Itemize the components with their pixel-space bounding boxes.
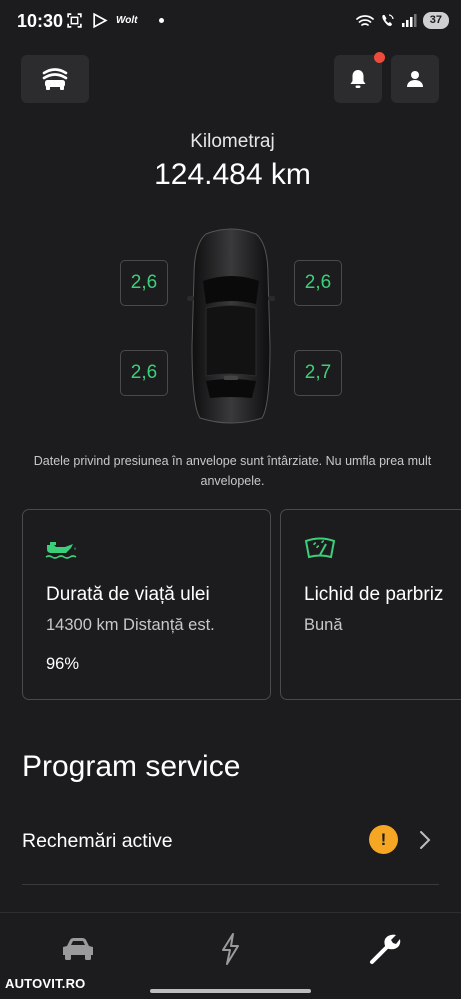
mileage-value: 124.484 km <box>154 158 311 191</box>
bell-icon <box>350 70 366 88</box>
status-notification-icons: Wolt <box>66 12 165 29</box>
tire-pressure-note: Datele privind presiunea în anvelope sun… <box>33 454 432 488</box>
active-recalls-row[interactable]: Rechemări active ! <box>22 816 439 866</box>
program-service-title: Program service <box>22 750 241 783</box>
oil-life-title: Durată de viață ulei <box>46 584 210 605</box>
autovit-watermark: AUTOVIT.RO <box>5 976 86 991</box>
nav-charging-tab[interactable] <box>210 929 250 969</box>
washer-fluid-title: Lichid de parbriz <box>304 584 444 605</box>
status-bar: 10:30 Wolt 37 <box>0 0 461 44</box>
tire-pressure-front-right: 2,6 <box>294 260 342 306</box>
chevron-right-icon <box>420 831 431 849</box>
garage-icon <box>42 68 68 90</box>
wolt-app-label: Wolt <box>116 15 138 26</box>
play-store-icon <box>93 12 108 29</box>
oil-life-card[interactable]: Durată de viață ulei 14300 km Distanță e… <box>22 509 271 700</box>
car-top-view-icon <box>187 228 275 424</box>
signal-icon <box>401 13 417 27</box>
garage-button[interactable] <box>21 55 89 103</box>
oil-life-percent: 96% <box>46 655 80 673</box>
nav-car-tab[interactable] <box>58 929 98 969</box>
tire-pressure-rear-left: 2,6 <box>120 350 168 396</box>
profile-button[interactable] <box>391 55 439 103</box>
nav-service-tab[interactable] <box>365 929 405 969</box>
home-indicator[interactable] <box>150 989 311 993</box>
wifi-icon <box>355 14 374 26</box>
car-icon <box>63 938 93 960</box>
more-notifications-dot <box>159 18 165 23</box>
profile-icon <box>407 71 423 87</box>
washer-fluid-card[interactable]: Lichid de parbriz Bună <box>280 509 461 700</box>
oil-can-icon <box>45 542 77 559</box>
notification-dot <box>374 52 385 63</box>
divider <box>22 884 439 885</box>
wifi-calling-icon <box>382 13 394 26</box>
washer-fluid-status: Bună <box>304 616 343 634</box>
windshield-washer-icon <box>304 537 336 559</box>
status-system-icons: 37 <box>355 12 449 29</box>
charge-icon <box>222 933 239 965</box>
warning-icon: ! <box>369 825 398 854</box>
oil-life-distance: 14300 km Distanță est. <box>46 616 215 634</box>
tire-pressure-front-left: 2,6 <box>120 260 168 306</box>
active-recalls-label: Rechemări active <box>22 829 173 852</box>
status-time: 10:30 <box>17 11 64 31</box>
screenshot-icon <box>67 13 82 28</box>
notifications-button[interactable] <box>334 52 385 103</box>
battery-level: 37 <box>422 12 449 29</box>
bottom-nav <box>0 912 461 984</box>
mileage-label: Kilometraj <box>190 131 275 152</box>
wrench-icon <box>370 934 401 964</box>
tire-pressure-rear-right: 2,7 <box>294 350 342 396</box>
